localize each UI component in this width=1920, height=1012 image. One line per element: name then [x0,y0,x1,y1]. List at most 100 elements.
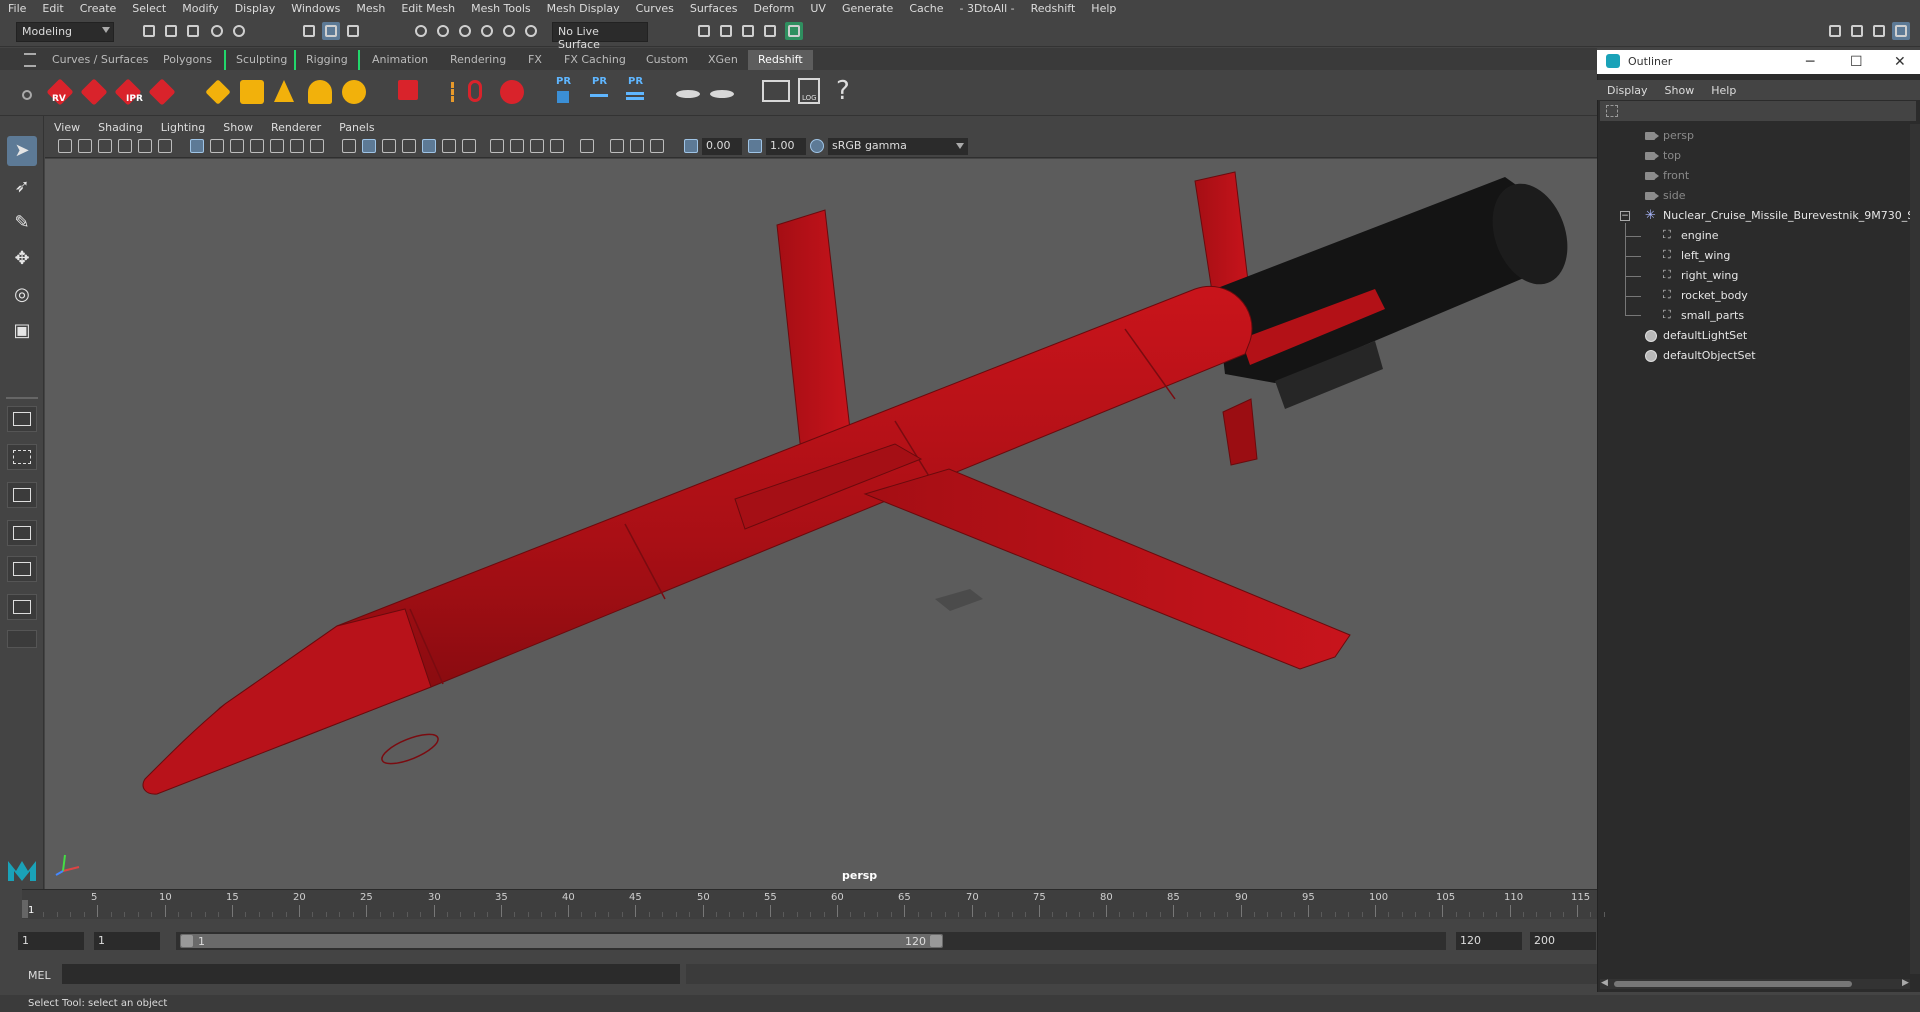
safe-title-icon[interactable] [310,139,324,153]
menu-windows[interactable]: Windows [283,2,348,15]
scroll-left-icon[interactable]: ◀ [1601,978,1608,988]
xray-icon[interactable] [610,139,624,153]
playback-end-field[interactable]: 120 [1456,932,1522,950]
panel-menu-shading[interactable]: Shading [89,121,152,134]
maximize-icon[interactable]: ☐ [1850,54,1863,70]
select-camera-icon[interactable] [58,139,72,153]
script-language-toggle[interactable]: MEL [28,969,51,982]
use-all-lights-icon[interactable] [442,139,456,153]
bookmarks-icon[interactable] [98,139,112,153]
grid-icon[interactable] [190,139,204,153]
menu-display[interactable]: Display [227,2,284,15]
select-by-hierarchy-icon[interactable] [300,22,318,40]
render-ipr-icon[interactable] [717,22,735,40]
redshift-dome-light-icon[interactable] [304,76,334,106]
modeling-toolkit-icon[interactable] [1826,22,1844,40]
panel-menu-panels[interactable]: Panels [330,121,383,134]
close-icon[interactable]: ✕ [1894,54,1906,70]
menu-surfaces[interactable]: Surfaces [682,2,746,15]
menu-edit[interactable]: Edit [34,2,71,15]
image-plane-icon[interactable] [118,139,132,153]
range-end-handle[interactable] [930,935,942,947]
outliner-search-bar[interactable] [1600,101,1916,121]
resolution-gate-icon[interactable] [230,139,244,153]
redshift-log-icon[interactable]: LOG [794,76,824,106]
snap-point-icon[interactable] [456,22,474,40]
command-input[interactable] [62,964,680,984]
snap-grid-icon[interactable] [412,22,430,40]
single-perspective-layout-icon[interactable] [7,406,37,432]
redshift-help-icon[interactable]: ? [828,76,858,106]
outliner-menu-help[interactable]: Help [1701,84,1743,97]
redshift-sun-light-icon[interactable] [338,76,368,106]
menu-mesh-display[interactable]: Mesh Display [539,2,628,15]
menu-redshift[interactable]: Redshift [1023,2,1084,15]
render-frame-icon[interactable] [695,22,713,40]
wireframe-on-shaded-icon[interactable] [402,139,416,153]
redshift-area-light-icon[interactable] [202,76,232,106]
menu-curves[interactable]: Curves [628,2,682,15]
color-management-icon[interactable] [810,139,824,153]
menu-modify[interactable]: Modify [174,2,226,15]
menu-help[interactable]: Help [1083,2,1124,15]
menu-cache[interactable]: Cache [901,2,951,15]
view-transform-dropdown[interactable]: sRGB gamma [828,138,968,155]
playback-start-field[interactable]: 1 [94,932,160,950]
redshift-render-settings-icon[interactable] [146,76,176,106]
more-layouts-icon[interactable] [7,630,37,648]
live-surface-field[interactable]: No Live Surface [552,22,648,51]
tab-animation[interactable]: Animation [362,50,438,70]
panel-menu-lighting[interactable]: Lighting [152,121,214,134]
perspective-viewport[interactable] [45,159,1597,889]
minimize-icon[interactable]: ─ [1806,54,1814,70]
snap-surface-icon[interactable] [522,22,540,40]
isolate-select-icon[interactable] [580,139,594,153]
gamma-icon[interactable] [748,139,762,153]
scale-tool-icon[interactable]: ▣ [7,316,37,346]
menu-generate[interactable]: Generate [834,2,901,15]
animation-end-field[interactable]: 200 [1530,932,1596,950]
save-scene-icon[interactable] [184,22,202,40]
field-chart-icon[interactable] [270,139,284,153]
tool-settings-icon[interactable] [1870,22,1888,40]
tab-sculpting[interactable]: Sculpting [224,50,297,70]
channel-box-icon[interactable] [1892,22,1910,40]
redshift-ipr-icon[interactable]: IPR [112,76,143,106]
tab-xgen[interactable]: XGen [698,50,748,70]
panel-menu-show[interactable]: Show [214,121,262,134]
persp-hypershade-layout-icon[interactable] [7,556,37,582]
redo-icon[interactable] [230,22,248,40]
gate-mask-icon[interactable] [250,139,264,153]
scroll-right-icon[interactable]: ▶ [1902,978,1909,988]
paint-select-tool-icon[interactable]: ✎ [7,208,37,238]
redshift-proxy-icon[interactable] [394,76,424,106]
undo-icon[interactable] [208,22,226,40]
exposure-icon[interactable] [684,139,698,153]
rotate-tool-icon[interactable]: ◎ [7,280,37,310]
select-by-object-icon[interactable] [322,22,340,40]
select-by-component-icon[interactable] [344,22,362,40]
select-tool-icon[interactable]: ➤ [7,136,37,166]
menu-select[interactable]: Select [124,2,174,15]
menu-uv[interactable]: UV [802,2,834,15]
smooth-shade-icon[interactable] [362,139,376,153]
menu-deform[interactable]: Deform [745,2,802,15]
redshift-render-icon[interactable] [78,76,108,106]
panel-menu-renderer[interactable]: Renderer [262,121,330,134]
tab-curves-surfaces[interactable]: Curves / Surfaces [42,50,159,70]
use-default-material-icon[interactable] [382,139,396,153]
redshift-pr-scene-icon[interactable]: PR [548,76,578,106]
lasso-tool-icon[interactable]: ➶ [7,172,37,202]
tab-redshift[interactable]: Redshift [748,50,813,70]
safe-action-icon[interactable] [290,139,304,153]
tab-rendering[interactable]: Rendering [440,50,516,70]
redshift-bake-set-icon[interactable] [706,76,736,106]
redshift-bake-icon[interactable] [672,76,702,106]
shadows-icon[interactable] [462,139,476,153]
redshift-hair-icon[interactable] [428,76,458,106]
screen-space-ao-icon[interactable] [490,139,504,153]
shelf-menu-icon[interactable] [24,53,36,67]
tab-custom[interactable]: Custom [636,50,698,70]
snap-view-plane-icon[interactable] [478,22,496,40]
persp-graph-layout-icon[interactable] [7,520,37,546]
